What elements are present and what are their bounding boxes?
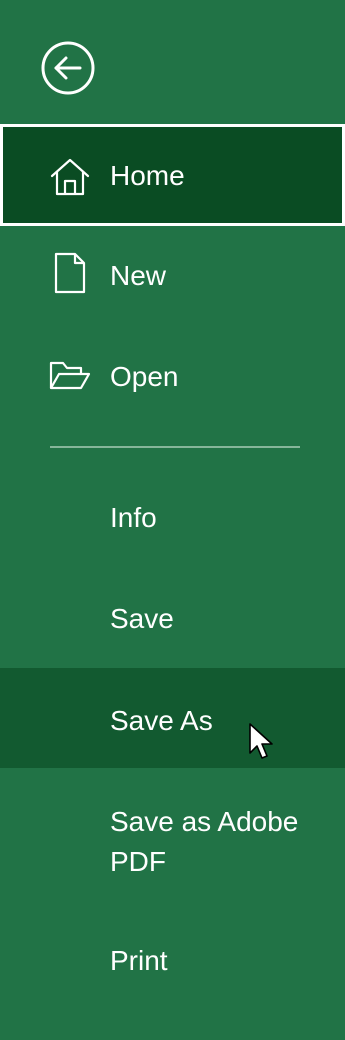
nav-item-print-label: Print	[110, 945, 168, 976]
nav-item-save-as-adobe-pdf-label: Save as Adobe PDF	[110, 806, 299, 877]
backstage-nav-pane: Home New Open Info Save Save As Save as …	[0, 0, 345, 1010]
nav-item-new[interactable]: New	[0, 226, 345, 326]
nav-item-save-as-adobe-pdf[interactable]: Save as Adobe PDF	[0, 800, 345, 900]
nav-item-info[interactable]: Info	[0, 468, 345, 568]
nav-item-print[interactable]: Print	[0, 940, 345, 1040]
new-document-icon	[48, 251, 92, 295]
back-button[interactable]	[40, 40, 96, 96]
home-icon	[48, 154, 92, 198]
nav-item-save[interactable]: Save	[0, 568, 345, 668]
nav-item-open-label: Open	[110, 361, 179, 392]
back-arrow-circle-icon	[40, 40, 96, 96]
nav-divider	[50, 446, 300, 448]
nav-item-open[interactable]: Open	[0, 327, 345, 427]
nav-item-save-as-label: Save As	[110, 705, 213, 736]
nav-item-save-as[interactable]: Save As	[0, 668, 345, 768]
folder-open-icon	[48, 355, 92, 399]
nav-item-info-label: Info	[110, 502, 157, 533]
nav-item-new-label: New	[110, 260, 167, 291]
nav-item-home-label: Home	[110, 160, 185, 191]
nav-item-home[interactable]: Home	[0, 124, 345, 226]
nav-item-save-label: Save	[110, 603, 174, 634]
